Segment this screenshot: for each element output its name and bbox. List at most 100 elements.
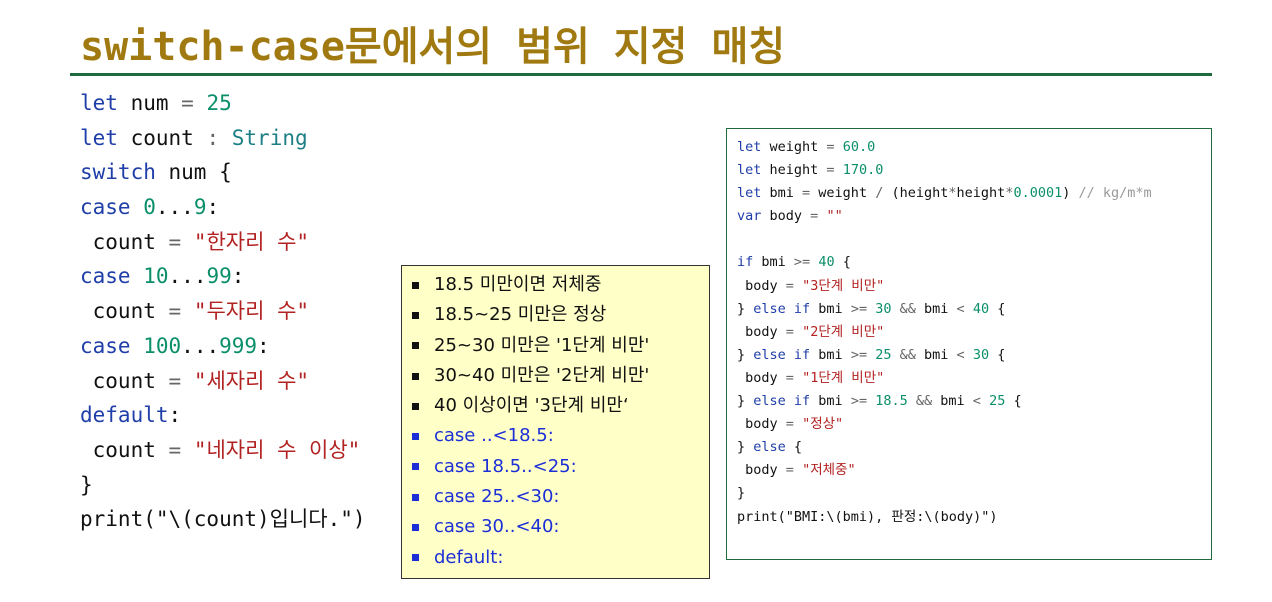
code-token: height <box>956 185 1006 202</box>
code-token: else if <box>753 393 811 410</box>
code-token: "한자리 수" <box>193 229 310 254</box>
code-token: let <box>737 162 762 179</box>
square-bullet-icon <box>412 372 419 380</box>
code-line: body = "3단계 비만" <box>737 275 1211 298</box>
title-divider <box>70 73 1212 76</box>
code-token: body <box>737 277 786 294</box>
code-token: 40 <box>972 300 990 317</box>
code-token: } <box>80 472 93 497</box>
code-token: ) <box>1062 185 1079 202</box>
code-token: = <box>168 437 182 462</box>
main-code-block: let num = 25 let count : String switch num… <box>80 86 366 537</box>
note-list-item: 30~40 미만은 '2단계 비만' <box>412 361 709 391</box>
code-line: count = "두자리 수" <box>80 294 366 329</box>
code-token: body <box>761 208 811 225</box>
code-token: case <box>80 333 131 358</box>
code-token: : <box>206 125 220 150</box>
code-token: = <box>168 368 182 393</box>
code-line: let bmi = weight / (height*height*0.0001… <box>737 182 1211 205</box>
note-list-item: case 30..<40: <box>412 512 709 542</box>
code-token: count <box>80 229 169 254</box>
note-list-item: 18.5 미만이면 저체중 <box>412 270 709 300</box>
code-token: weight <box>810 185 876 202</box>
square-bullet-icon <box>412 463 419 471</box>
code-line: } else if bmi >= 18.5 && bmi < 25 { <box>737 390 1211 413</box>
note-list-item: default: <box>412 543 709 573</box>
code-line: body = "1단계 비만" <box>737 367 1211 390</box>
note-list-item: case ..<18.5: <box>412 421 709 451</box>
code-token: } <box>737 393 754 410</box>
code-token: bmi <box>915 300 957 317</box>
code-token: body <box>737 416 786 433</box>
code-token: } <box>737 300 754 317</box>
code-token: "정상" <box>802 416 844 433</box>
code-token: "1단계 비만" <box>802 369 885 386</box>
code-token: 60.0 <box>842 139 876 155</box>
square-bullet-icon <box>412 281 419 289</box>
code-token: count <box>80 299 169 324</box>
code-line: let height = 170.0 <box>737 159 1211 182</box>
code-token: = <box>168 299 182 324</box>
code-token: print("\(count)입니다.") <box>80 507 366 532</box>
code-token: = <box>785 323 794 340</box>
code-token: : <box>206 195 220 220</box>
code-token: bmi <box>915 346 957 363</box>
code-token: switch <box>80 160 156 185</box>
code-token: (height <box>883 185 949 202</box>
code-token: body <box>737 462 786 479</box>
code-token: body <box>737 323 786 340</box>
code-token: 25 <box>989 393 1006 410</box>
code-line: let count : String <box>80 121 366 156</box>
code-token: ... <box>155 195 194 220</box>
code-token: 40 <box>818 254 835 271</box>
code-token: : <box>231 264 245 289</box>
code-token: count <box>80 368 169 393</box>
code-token: { <box>785 439 803 456</box>
code-token: "두자리 수" <box>193 299 310 324</box>
code-token: = <box>168 229 182 254</box>
code-token: { <box>989 300 1006 317</box>
note-item-text: 18.5~25 미만은 정상 <box>434 304 607 326</box>
code-line: } else if bmi >= 30 && bmi < 40 { <box>737 298 1211 321</box>
code-token: < <box>956 346 965 363</box>
code-token: = <box>802 185 811 202</box>
code-line: case 0...9: <box>80 190 366 225</box>
code-token: else if <box>753 300 811 317</box>
code-token: let <box>737 185 762 202</box>
code-token: "" <box>826 208 843 225</box>
code-token: "2단계 비만" <box>802 323 885 340</box>
code-token: num <box>117 91 182 115</box>
code-line: } <box>737 482 1211 505</box>
code-token: >= <box>793 254 811 271</box>
square-bullet-icon <box>412 524 419 532</box>
code-token: weight <box>761 139 827 155</box>
code-token: bmi <box>810 300 851 317</box>
code-line: switch num { <box>80 155 366 190</box>
code-line: case 100...999: <box>80 329 366 364</box>
square-bullet-icon <box>412 493 419 501</box>
code-line: print("\(count)입니다.") <box>80 502 366 537</box>
code-token: height <box>761 162 827 179</box>
code-token: = <box>826 162 835 179</box>
code-token: default <box>80 403 169 428</box>
code-token: } <box>737 346 754 363</box>
code-token: } <box>737 485 746 502</box>
code-token: = <box>785 416 794 433</box>
code-token: 999 <box>219 333 258 358</box>
note-list-item: 40 이상이면 '3단계 비만‘ <box>412 391 709 421</box>
code-line: body = "저체중" <box>737 459 1211 482</box>
note-item-text: 30~40 미만은 '2단계 비만' <box>434 364 650 386</box>
note-item-text: 18.5 미만이면 저체중 <box>434 274 602 295</box>
